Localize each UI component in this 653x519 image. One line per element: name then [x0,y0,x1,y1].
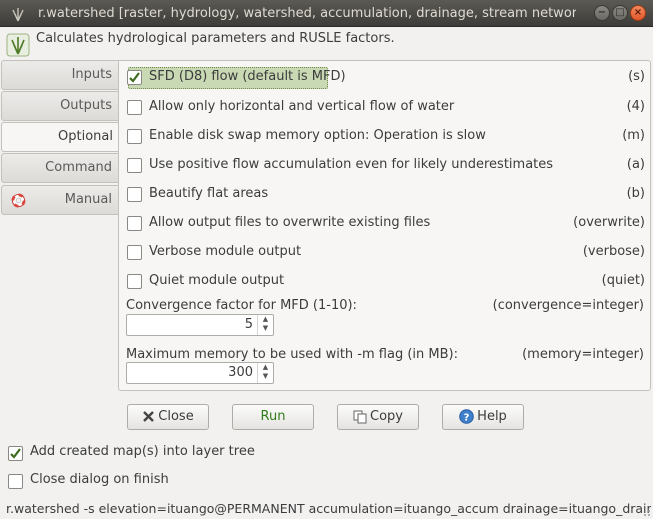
add-layers-checkbox[interactable] [8,446,23,461]
option-label: Allow output files to overwrite existing… [149,215,431,230]
convergence-spinbox[interactable]: 5 ▲ ▼ [126,314,274,336]
memory-spinbox[interactable]: 300 ▲ ▼ [126,362,274,384]
checkmark-icon [10,448,21,459]
option-label: Quiet module output [149,273,285,288]
memory-value: 300 [228,365,253,380]
module-description: Calculates hydrological parameters and R… [36,31,395,46]
grass-logo-icon [6,33,30,57]
disk-swap-checkbox[interactable] [127,129,142,144]
option-flag: (s) [628,69,645,84]
copy-button[interactable]: Copy [337,404,419,430]
option-flag: (overwrite) [573,215,645,230]
tab-label: Inputs [71,67,112,82]
checkmark-icon [129,72,140,83]
tab-outputs[interactable]: Outputs [1,91,119,121]
close-button-label: Close [158,409,194,424]
option-flag: (b) [626,186,645,201]
spin-arrows-icon[interactable]: ▲ ▼ [257,363,273,383]
option-row-4[interactable]: Allow only horizontal and vertical flow … [127,97,645,119]
window-title: r.watershed [raster, hydrology, watershe… [38,6,576,21]
close-on-finish-label: Close dialog on finish [30,472,169,487]
minimize-button[interactable]: − [594,5,610,21]
sfd-checkbox[interactable] [127,70,142,85]
run-button[interactable]: Run [232,404,314,430]
option-label: Beautify flat areas [149,186,269,201]
tab-label: Outputs [60,98,112,113]
verbose-checkbox[interactable] [127,245,142,260]
option-row-verbose[interactable]: Verbose module output (verbose) [127,242,645,264]
option-label: Allow only horizontal and vertical flow … [149,99,455,114]
option-label: Verbose module output [149,244,302,259]
option-flag: (4) [626,99,645,114]
option-row-overwrite[interactable]: Allow output files to overwrite existing… [127,213,645,235]
resize-grip-icon[interactable] [641,507,651,517]
lifebuoy-icon [11,193,26,208]
spin-arrows-icon[interactable]: ▲ ▼ [257,315,273,335]
copy-button-label: Copy [370,409,403,424]
option-row-quiet[interactable]: Quiet module output (quiet) [127,271,645,293]
quiet-checkbox[interactable] [127,274,142,289]
option-row-a[interactable]: Use positive flow accumulation even for … [127,155,645,177]
help-icon: ? [459,409,474,424]
option-flag: (quiet) [601,273,645,288]
convergence-value: 5 [244,317,253,332]
tab-optional[interactable]: Optional [1,122,119,152]
help-button[interactable]: ? Help [442,404,524,430]
option-flag: (verbose) [582,244,645,259]
option-row-m[interactable]: Enable disk swap memory option: Operatio… [127,126,645,148]
memory-flag: (memory=integer) [522,347,644,362]
close-icon [143,411,155,422]
close-window-button[interactable]: × [630,5,646,21]
beautify-checkbox[interactable] [127,187,142,202]
tab-label: Manual [64,192,112,207]
maximize-button[interactable]: □ [612,5,628,21]
run-button-label: Run [260,409,286,424]
positive-accum-checkbox[interactable] [127,158,142,173]
svg-text:?: ? [464,412,470,423]
memory-label: Maximum memory to be used with -m flag (… [126,347,458,362]
tab-command-output[interactable]: Command output [1,153,119,203]
option-label: Use positive flow accumulation even for … [149,157,554,172]
overwrite-checkbox[interactable] [127,216,142,231]
option-label: Enable disk swap memory option: Operatio… [149,128,486,143]
add-layers-option[interactable]: Add created map(s) into layer tree [8,443,408,463]
convergence-label: Convergence factor for MFD (1-10): [126,298,357,313]
option-flag: (a) [626,157,645,172]
option-label: SFD (D8) flow (default is MFD) [149,69,346,84]
flow-4-checkbox[interactable] [127,100,142,115]
convergence-flag: (convergence=integer) [492,298,644,313]
option-row-sfd-content[interactable]: SFD (D8) flow (default is MFD) (s) [127,67,645,89]
close-on-finish-option[interactable]: Close dialog on finish [8,471,408,491]
grass-logo-icon [12,8,24,22]
tab-manual[interactable]: Manual [1,185,119,215]
command-line-preview: r.watershed -s elevation=ituango@PERMANE… [6,501,651,516]
tab-inputs[interactable]: Inputs [1,60,119,90]
option-flag: (m) [622,128,645,143]
help-button-label: Help [477,409,507,424]
tab-label: Optional [58,129,113,144]
copy-icon [353,410,367,423]
close-on-finish-checkbox[interactable] [8,474,23,489]
close-button[interactable]: Close [127,404,209,430]
title-bar: r.watershed [raster, hydrology, watershe… [0,0,653,27]
add-layers-label: Add created map(s) into layer tree [30,444,255,459]
option-row-b[interactable]: Beautify flat areas (b) [127,184,645,206]
